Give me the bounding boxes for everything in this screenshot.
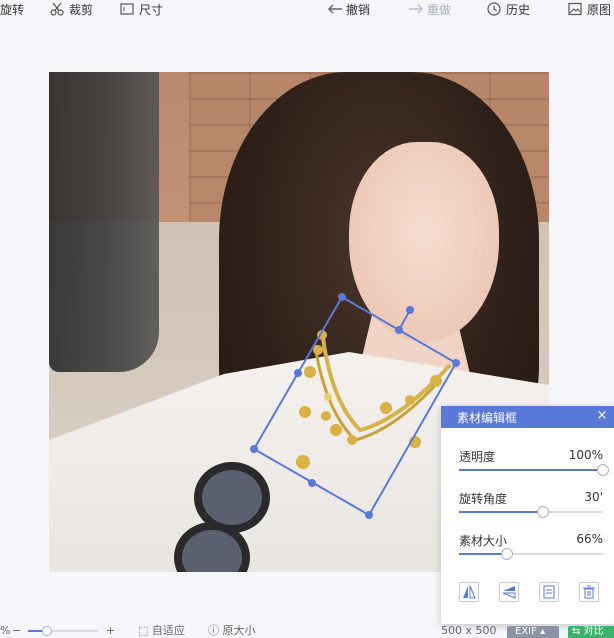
zoom-slider[interactable] (28, 626, 98, 636)
zoom-out-button[interactable]: − (12, 624, 21, 638)
compare-icon: ⇆ (572, 626, 581, 637)
flip-horizontal-icon (463, 585, 476, 599)
flip-vertical-button[interactable] (499, 582, 519, 602)
trash-icon (583, 585, 595, 599)
size-slider-fill (459, 553, 507, 555)
image-dimensions: 500 x 500 (441, 624, 497, 637)
opacity-value: 100% (568, 448, 603, 462)
rotation-value: 30' (584, 490, 603, 504)
rotation-slider-fill (459, 511, 543, 513)
necklace-sticker[interactable] (296, 329, 452, 469)
resize-handle-top-right[interactable] (395, 326, 403, 334)
flip-horizontal-button[interactable] (459, 582, 479, 602)
selection-box[interactable] (252, 295, 458, 517)
original-size-label: 原大小 (222, 624, 256, 637)
delete-button[interactable] (579, 582, 599, 602)
opacity-label: 透明度 (459, 450, 496, 464)
rotation-slider-knob[interactable] (537, 506, 549, 518)
rotation-slider[interactable] (459, 506, 603, 518)
size-row: 素材大小 66% (459, 532, 603, 549)
resize-handle-bottom-left[interactable] (308, 479, 316, 487)
size-slider-knob[interactable] (500, 548, 513, 560)
size-slider[interactable] (459, 548, 603, 560)
exif-label: EXIF (515, 626, 537, 637)
opacity-slider-knob[interactable] (597, 464, 609, 476)
layer-button[interactable] (539, 582, 559, 602)
fit-label: 自适应 (151, 624, 185, 637)
opacity-slider-fill (459, 469, 603, 471)
rotation-label: 旋转角度 (459, 492, 508, 506)
resize-handle-left[interactable] (250, 445, 258, 453)
resize-handle-bottom[interactable] (365, 511, 373, 519)
exif-button[interactable]: EXIF ▴ (507, 626, 559, 638)
rotate-handle[interactable] (406, 306, 414, 314)
zoom-percent-fragment: % (0, 624, 11, 637)
opacity-slider[interactable] (459, 464, 609, 476)
zoom-slider-knob[interactable] (42, 626, 52, 636)
layer-icon (543, 585, 555, 599)
panel-action-buttons (459, 582, 609, 602)
panel-header: 素材编辑框 × (441, 406, 614, 428)
close-icon[interactable]: × (594, 408, 610, 424)
bottom-bar: % − + ⬚ 自适应 ⓘ 原大小 500 x 500 EXIF ▴ ⇆ 对比 (0, 624, 614, 638)
flip-vertical-icon (502, 586, 516, 599)
rotation-row: 旋转角度 30' (459, 490, 603, 507)
material-edit-panel: 素材编辑框 × 透明度 100% 旋转角度 30' 素材大小 66% (441, 406, 614, 624)
resize-handle-top-left[interactable] (294, 369, 302, 377)
chevron-up-icon: ▴ (540, 626, 546, 637)
fit-button[interactable]: ⬚ 自适应 (138, 624, 185, 638)
zoom-slider-fill (28, 630, 42, 632)
resize-handle-top[interactable] (338, 293, 346, 301)
size-value: 66% (576, 532, 603, 546)
original-size-button[interactable]: ⓘ 原大小 (208, 624, 256, 638)
zoom-in-button[interactable]: + (106, 624, 115, 638)
info-icon: ⓘ (208, 624, 219, 637)
size-label: 素材大小 (459, 534, 508, 548)
compare-button[interactable]: ⇆ 对比 (568, 626, 614, 638)
resize-handle-right[interactable] (452, 359, 460, 367)
fit-icon: ⬚ (138, 624, 149, 637)
compare-label: 对比 (583, 626, 604, 637)
opacity-row: 透明度 100% (459, 448, 603, 465)
panel-title: 素材编辑框 (457, 410, 518, 425)
